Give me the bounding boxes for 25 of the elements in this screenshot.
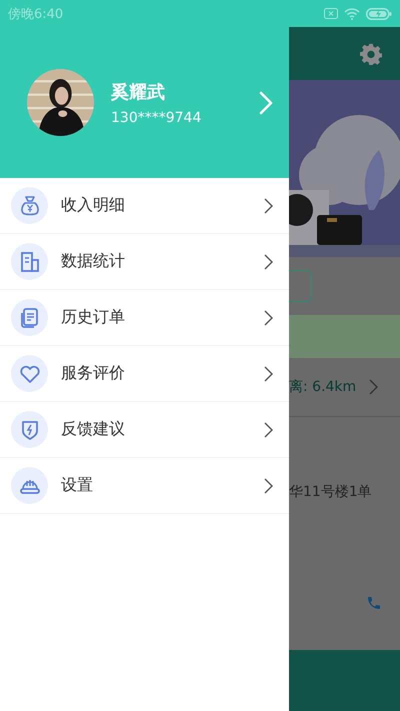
menu-item[interactable]: 反馈建议	[0, 402, 289, 458]
chevron-right-icon	[264, 422, 273, 438]
settings-icon[interactable]	[360, 42, 382, 64]
phone-number: 130****9744	[111, 110, 202, 126]
menu-item[interactable]: 设置	[0, 458, 289, 514]
menu-item[interactable]: 数据统计	[0, 234, 289, 290]
chevron-right-icon	[264, 198, 273, 214]
chevron-right-icon	[264, 310, 273, 326]
battery-icon	[366, 8, 392, 20]
phone-icon[interactable]	[366, 595, 382, 611]
address-text: 华11号楼1单	[289, 483, 373, 501]
sim-icon	[324, 8, 338, 19]
user-name: 奚耀武	[111, 80, 166, 104]
chevron-right-icon	[264, 366, 273, 382]
chevron-right-icon	[259, 90, 273, 114]
status-time: 傍晚6:40	[8, 6, 64, 22]
menu-item[interactable]: 收入明细	[0, 178, 289, 234]
distance-text: 离: 6.4km	[289, 378, 356, 396]
menu-item[interactable]: 历史订单	[0, 290, 289, 346]
chevron-right-icon	[264, 478, 273, 494]
chevron-right-icon	[264, 254, 273, 270]
menu-item[interactable]: 服务评价	[0, 346, 289, 402]
outlined-button[interactable]	[289, 270, 312, 302]
chevron-right-icon	[369, 379, 378, 395]
wifi-icon	[344, 8, 360, 20]
